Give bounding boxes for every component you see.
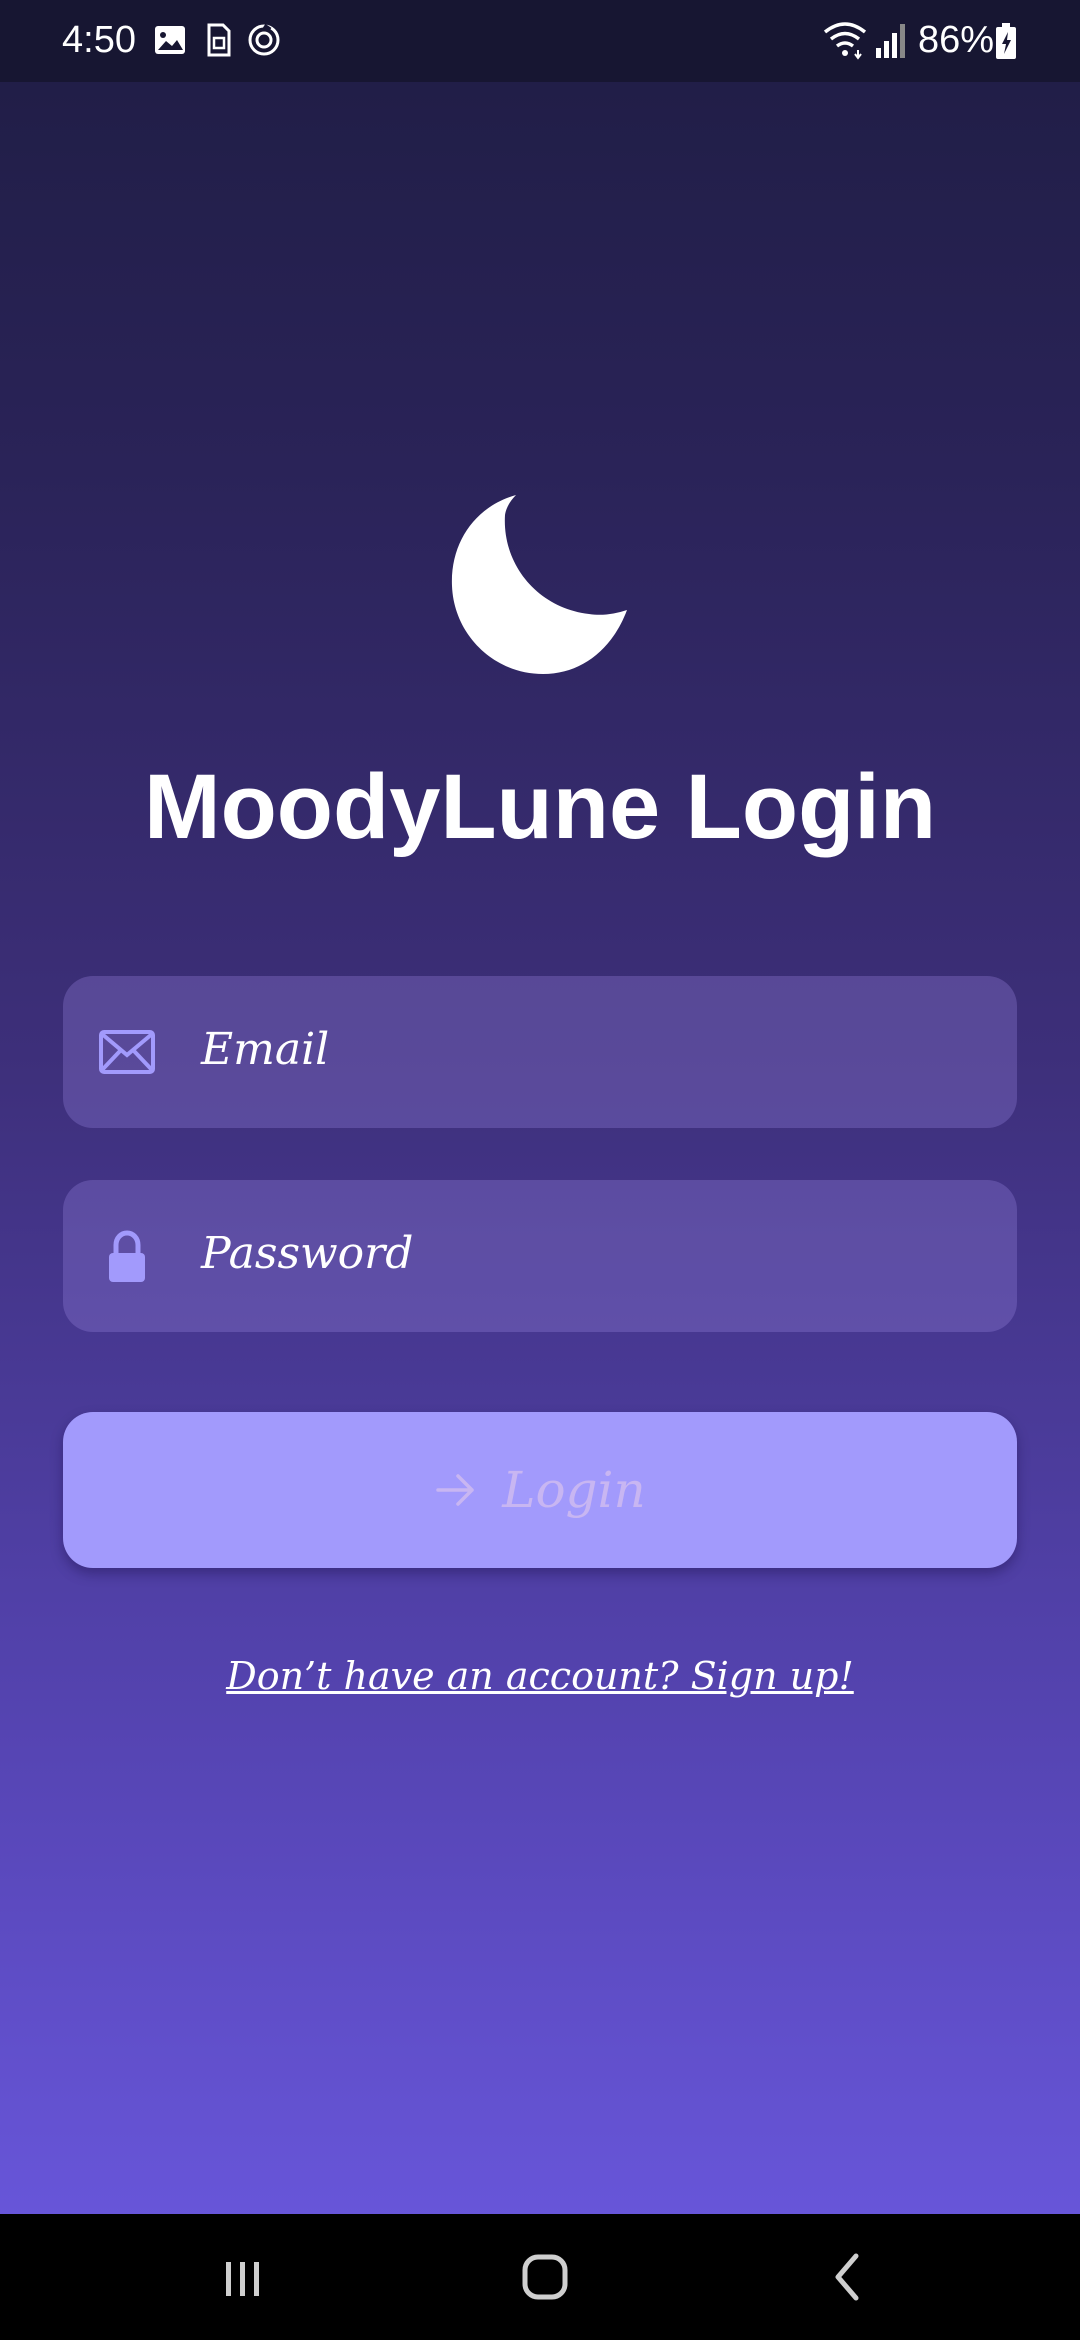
login-screen: 4:50 86% MoodyLune Login Email Password … xyxy=(0,0,1080,2340)
email-field[interactable]: Email xyxy=(63,976,1017,1128)
login-button[interactable]: Login xyxy=(63,1412,1017,1568)
signal-icon xyxy=(876,24,905,58)
login-button-content: Login xyxy=(63,1412,1017,1568)
password-field[interactable]: Password xyxy=(63,1180,1017,1332)
signup-link[interactable]: Don’t have an account? Sign up! xyxy=(0,1646,1080,1706)
wifi-icon xyxy=(823,22,867,60)
status-time: 4:50 xyxy=(62,19,136,61)
password-placeholder: Password xyxy=(201,1228,414,1279)
image-icon xyxy=(155,26,185,54)
arrow-right-icon xyxy=(436,1474,474,1506)
lock-icon xyxy=(109,1230,145,1282)
battery-percentage: 86% xyxy=(918,19,995,61)
moon-icon xyxy=(451,495,627,674)
page-title: MoodyLune Login xyxy=(143,756,937,858)
mail-icon xyxy=(99,1030,155,1074)
login-button-label: Login xyxy=(502,1461,646,1519)
back-button[interactable] xyxy=(812,2242,882,2312)
email-placeholder: Email xyxy=(201,1024,330,1075)
status-bar: 4:50 86% xyxy=(0,0,1080,82)
sync-icon xyxy=(248,23,280,56)
home-button[interactable] xyxy=(510,2242,580,2312)
sim-icon xyxy=(207,23,231,57)
battery-charging-icon xyxy=(996,23,1016,59)
navigation-bar xyxy=(0,2214,1080,2340)
recents-button[interactable] xyxy=(208,2242,278,2312)
